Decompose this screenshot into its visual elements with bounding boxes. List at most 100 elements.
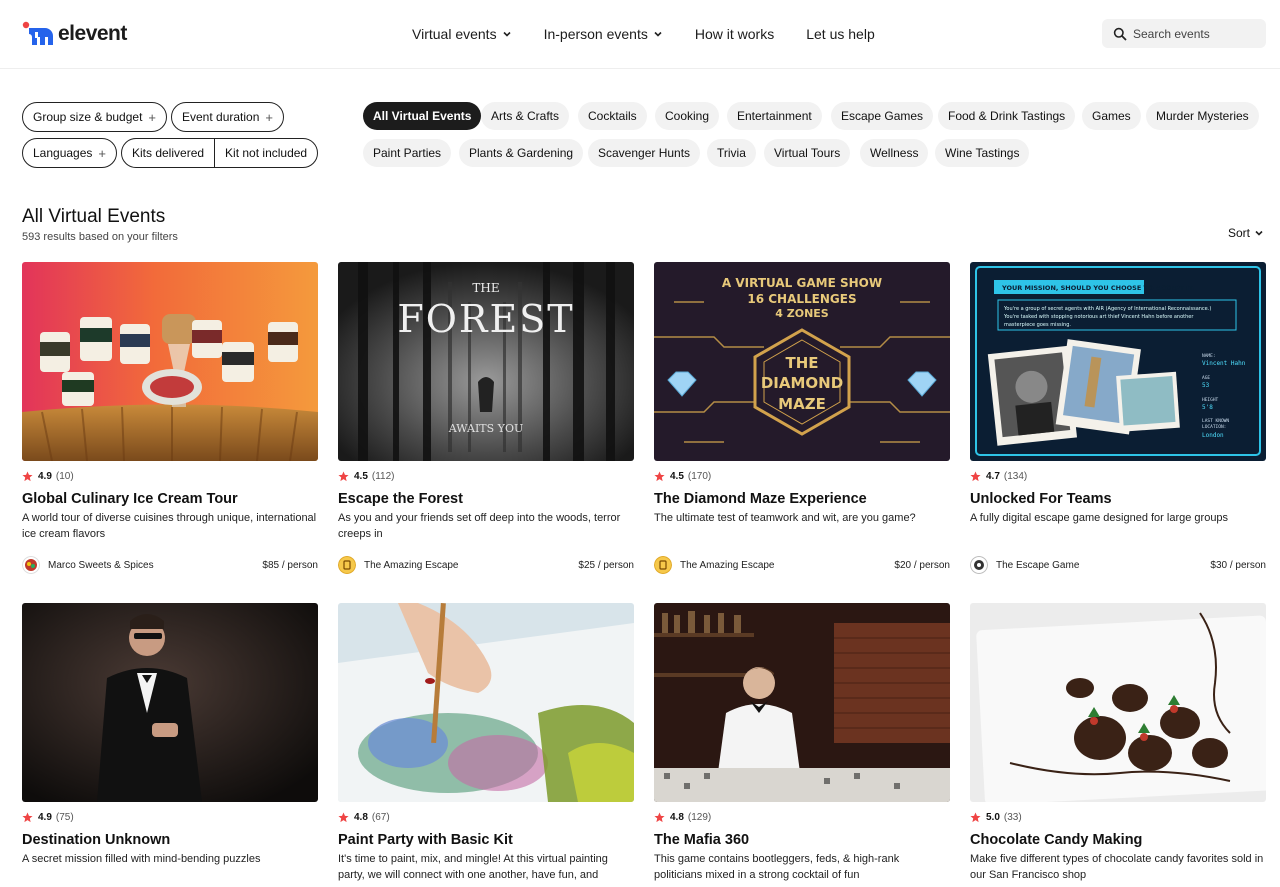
event-image-diamond-maze: A VIRTUAL GAME SHOW 16 CHALLENGES 4 ZONE… [654, 262, 950, 461]
elephant-logo-icon [22, 21, 53, 45]
category-chip-paint-parties[interactable]: Paint Parties [363, 139, 452, 167]
category-chip-trivia[interactable]: Trivia [707, 139, 756, 167]
kits-delivered-option[interactable]: Kits delivered [122, 139, 214, 167]
image-text-awaits: AWAITS YOU [448, 422, 523, 435]
category-chip-food-drink-tastings[interactable]: Food & Drink Tastings [938, 102, 1076, 130]
search-input[interactable] [1133, 26, 1253, 41]
event-image-chocolate-candy [970, 603, 1266, 802]
event-title[interactable]: Destination Unknown [22, 831, 318, 849]
image-text-maze: MAZE [778, 395, 826, 413]
plus-icon: + [265, 109, 273, 125]
group-size-budget-filter[interactable]: Group size & budget + [22, 102, 167, 132]
rating-count: (134) [1003, 471, 1028, 482]
results-title: All Virtual Events [22, 206, 166, 227]
event-card[interactable]: 4.8 (67) Paint Party with Basic Kit It's… [338, 603, 634, 883]
host-name[interactable]: The Amazing Escape [364, 560, 578, 571]
chevron-down-icon [503, 31, 511, 37]
nav-let-us-help[interactable]: Let us help [806, 24, 875, 44]
category-chip-murder-mysteries[interactable]: Murder Mysteries [1146, 102, 1259, 130]
category-chip-scavenger-hunts[interactable]: Scavenger Hunts [588, 139, 701, 167]
category-chip-all-virtual-events[interactable]: All Virtual Events [363, 102, 482, 130]
nav-how-it-works[interactable]: How it works [695, 24, 774, 44]
event-description: As you and your friends set off deep int… [338, 512, 621, 540]
rating-count: (112) [371, 471, 395, 482]
star-icon [338, 812, 349, 823]
event-title[interactable]: Global Culinary Ice Cream Tour [22, 490, 318, 508]
category-chip-wine-tastings[interactable]: Wine Tastings [935, 139, 1030, 167]
category-chip-cocktails[interactable]: Cocktails [578, 102, 647, 130]
rating-score: 4.8 [354, 812, 368, 823]
event-description: This game contains bootleggers, feds, & … [654, 853, 900, 881]
event-title[interactable]: Escape the Forest [338, 490, 634, 508]
rating-count: (33) [1003, 812, 1022, 823]
site-header: elevent Virtual events In-person events … [0, 0, 1280, 69]
category-chip-cooking[interactable]: Cooking [655, 102, 720, 130]
languages-filter[interactable]: Languages + [22, 138, 117, 168]
event-card[interactable]: A VIRTUAL GAME SHOW 16 CHALLENGES 4 ZONE… [654, 262, 950, 574]
image-text-forest: FOREST [397, 297, 574, 341]
image-text-age-label: AGE [1202, 375, 1210, 381]
category-chip-entertainment[interactable]: Entertainment [727, 102, 822, 130]
rating-count: (67) [371, 812, 390, 823]
category-chip-wellness[interactable]: Wellness [860, 139, 929, 167]
host-name[interactable]: The Amazing Escape [680, 560, 894, 571]
event-description: Make five different types of chocolate c… [970, 853, 1264, 881]
event-card[interactable]: 4.9 (75) Destination Unknown A secret mi… [22, 603, 318, 883]
sort-label: Sort [1228, 226, 1251, 240]
nav-virtual-events[interactable]: Virtual events [412, 24, 512, 44]
rating-count: (75) [55, 812, 74, 823]
event-card[interactable]: 4.9 (10) Global Culinary Ice Cream Tour … [22, 262, 318, 574]
event-title[interactable]: The Diamond Maze Experience [654, 490, 950, 508]
image-text-p1: You're a group of secret agents with AIR… [1003, 306, 1211, 312]
event-description: A secret mission filled with mind-bendin… [22, 853, 261, 865]
event-footer: The Escape Game $30 / person [970, 556, 1266, 574]
event-description: A fully digital escape game designed for… [970, 512, 1229, 524]
nav-virtual-events-label: Virtual events [412, 26, 497, 42]
image-text-diamond: DIAMOND [761, 374, 843, 392]
category-chip-games[interactable]: Games [1082, 102, 1141, 130]
rating-count: (10) [55, 471, 74, 482]
rating-score: 5.0 [986, 812, 1000, 823]
logo[interactable]: elevent [22, 20, 127, 48]
host-name[interactable]: Marco Sweets & Spices [48, 560, 262, 571]
image-text-height: 5'8 [1202, 404, 1213, 411]
event-card[interactable]: 5.0 (33) Chocolate Candy Making Make fiv… [970, 603, 1266, 883]
event-price: $20 / person [894, 559, 950, 571]
host-name[interactable]: The Escape Game [996, 560, 1210, 571]
event-image-mafia-360 [654, 603, 950, 802]
event-duration-label: Event duration [182, 110, 260, 124]
category-chip-escape-games[interactable]: Escape Games [831, 102, 934, 130]
event-card[interactable]: THE FOREST AWAITS YOU 4.5 (112) Escape t… [338, 262, 634, 574]
star-icon [22, 471, 33, 482]
kit-not-included-option[interactable]: Kit not included [214, 139, 317, 167]
category-chip-plants-gardening[interactable]: Plants & Gardening [459, 139, 584, 167]
event-duration-filter[interactable]: Event duration + [171, 102, 284, 132]
host-avatar [338, 556, 356, 574]
kit-toggle: Kits delivered Kit not included [121, 138, 319, 168]
event-footer: Marco Sweets & Spices $85 / person [22, 556, 318, 574]
nav-in-person-events[interactable]: In-person events [544, 24, 663, 44]
event-card[interactable]: 4.8 (129) The Mafia 360 This game contai… [654, 603, 950, 883]
event-price: $30 / person [1210, 559, 1266, 571]
event-title[interactable]: Paint Party with Basic Kit [338, 831, 634, 849]
event-title[interactable]: Unlocked For Teams [970, 490, 1266, 508]
chevron-down-icon [1255, 230, 1263, 236]
rating: 4.9 (75) [22, 811, 318, 824]
image-text-name-label: NAME: [1202, 353, 1216, 359]
event-title[interactable]: The Mafia 360 [654, 831, 950, 849]
search-box[interactable] [1102, 19, 1266, 48]
event-title[interactable]: Chocolate Candy Making [970, 831, 1266, 849]
event-price: $85 / person [262, 559, 318, 571]
event-card[interactable]: YOUR MISSION, SHOULD YOU CHOOSE TO ACCEP… [970, 262, 1266, 574]
rating: 4.5 (112) [338, 470, 634, 483]
sort-dropdown[interactable]: Sort [1228, 226, 1264, 240]
image-text-loc-label2: LOCATION: [1202, 424, 1226, 430]
event-price: $25 / person [578, 559, 634, 571]
image-text-age: 53 [1202, 382, 1210, 389]
event-image-paint-party [338, 603, 634, 802]
rating: 4.8 (129) [654, 811, 950, 824]
image-text-the: THE [785, 354, 818, 372]
category-chip-arts-crafts[interactable]: Arts & Crafts [481, 102, 570, 130]
category-chip-virtual-tours[interactable]: Virtual Tours [764, 139, 851, 167]
rating-score: 4.9 [38, 471, 52, 482]
